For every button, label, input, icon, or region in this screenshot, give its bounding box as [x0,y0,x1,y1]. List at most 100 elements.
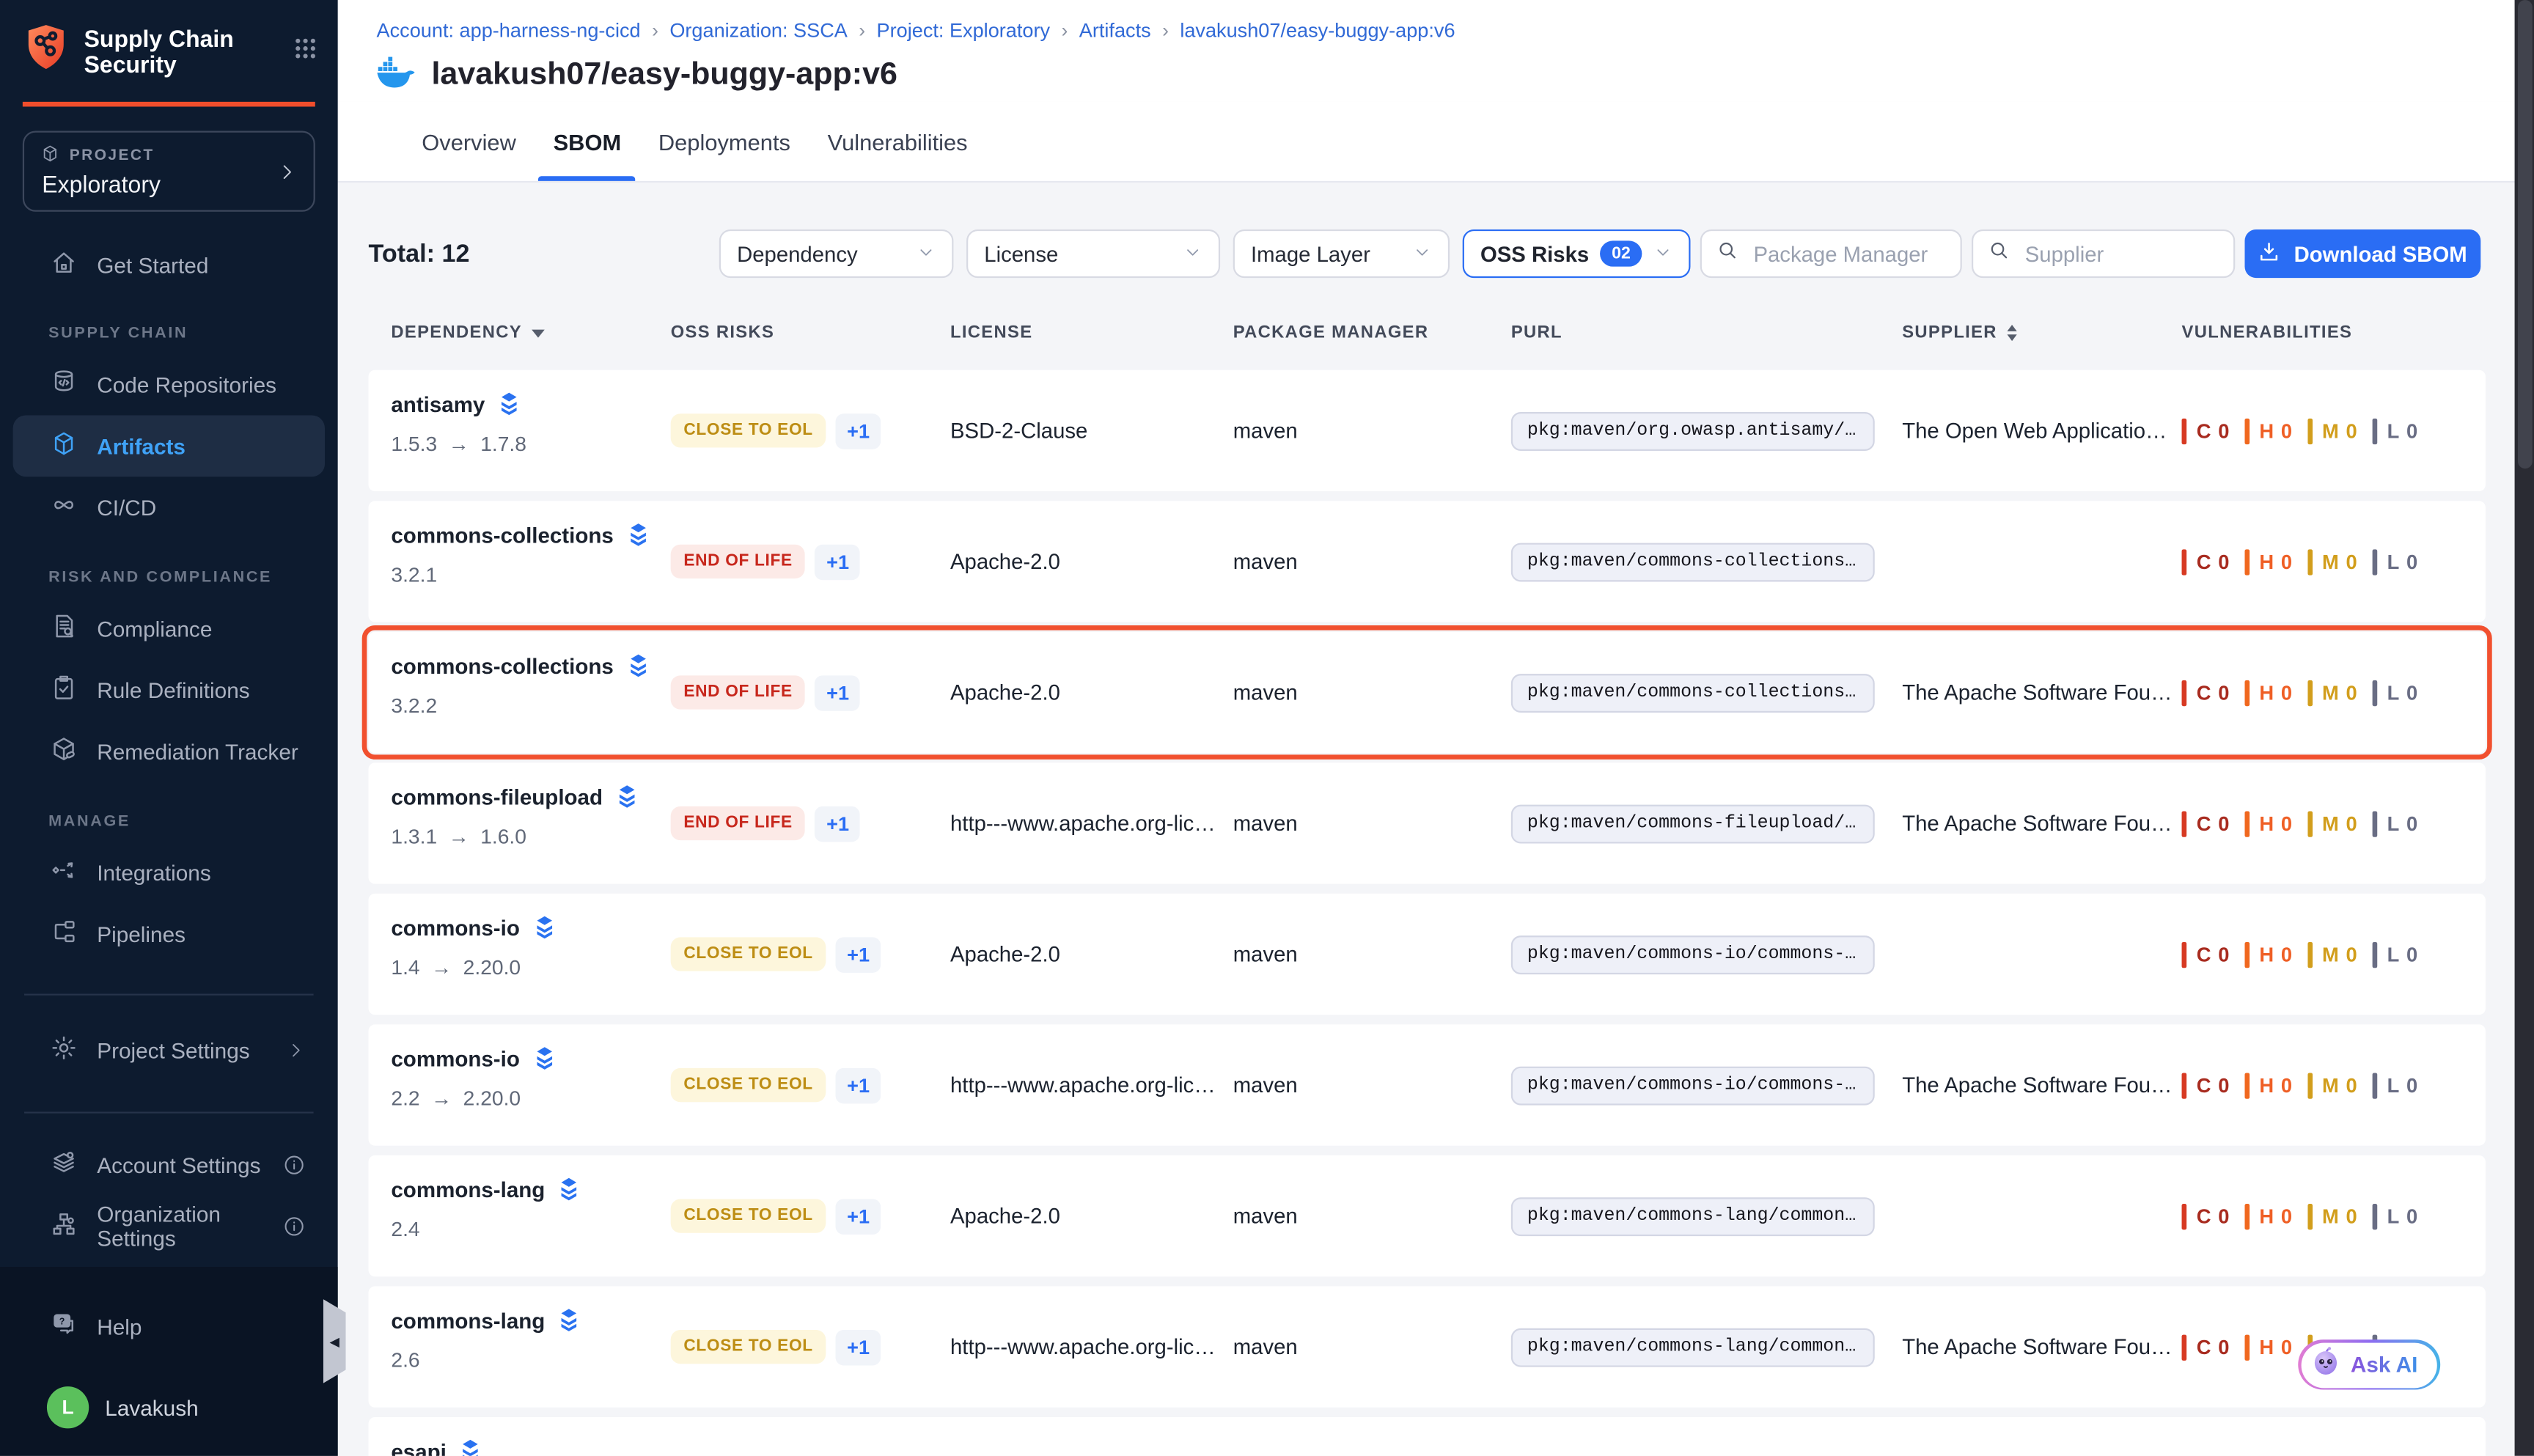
sidebar-item-remediation-tracker[interactable]: Remediation Tracker [13,724,325,779]
purl-value[interactable]: pkg:maven/commons-io/commons-io@… [1511,935,1875,974]
dependency-name: commons-fileupload [391,784,603,809]
breadcrumb-artifact-name[interactable]: lavakush07/easy-buggy-app:v6 [1180,19,1455,42]
tab-sbom[interactable]: SBOM [554,102,622,181]
package-manager-search-input[interactable] [1750,240,1946,267]
tab-overview[interactable]: Overview [422,102,516,181]
sidebar: Supply Chain Security [0,0,338,1456]
vulnerability-counts: C0 H0 M0 L0 [2182,1024,2419,1145]
table-row[interactable]: commons-lang 2.4 CLOSE TO EOL +1 Apache-… [369,1155,2486,1276]
oss-risk-extra-badge[interactable]: +1 [836,1329,881,1364]
column-header-vulnerabilities: VULNERABILITIES [2182,323,2353,342]
license-value: Apache-2.0 [950,1155,1060,1276]
table-row-highlighted[interactable]: commons-collections 3.2.2 END OF LIFE +1… [369,632,2486,753]
tab-deployments[interactable]: Deployments [658,102,790,181]
oss-risk-extra-badge[interactable]: +1 [815,806,861,841]
oss-risk-badge: CLOSE TO EOL [671,1068,826,1102]
oss-risk-extra-badge[interactable]: +1 [836,413,881,448]
download-sbom-button[interactable]: Download SBOM [2244,229,2480,278]
supplier-value: The Open Web Application … [1902,1417,2173,1456]
package-manager-value: maven [1233,1155,1298,1276]
dependency-version: 2.4 [391,1217,582,1241]
purl-value[interactable]: pkg:maven/commons-fileupload/com… [1511,804,1875,843]
download-icon [2258,240,2281,267]
brand-accent-line [23,102,315,107]
image-layer-filter-dropdown[interactable]: Image Layer [1233,229,1450,278]
purl-value[interactable]: pkg:maven/commons-lang/commons-l… [1511,1196,1875,1235]
info-icon[interactable] [283,1154,306,1177]
purl-value[interactable]: pkg:maven/org.owasp.antisamy/ant… [1511,411,1875,450]
dependency-version: 3.2.2 [391,694,650,718]
oss-risk-extra-badge[interactable]: +1 [836,1198,881,1233]
package-manager-value: maven [1233,1286,1298,1407]
scrollbar-thumb[interactable] [2517,0,2532,468]
sidebar-item-help[interactable]: ? Help [13,1299,325,1354]
user-menu[interactable]: L Lavakush [13,1380,325,1435]
breadcrumb-account[interactable]: Account: app-harness-ng-cicd [377,19,641,42]
supplier-search[interactable] [1972,229,2235,278]
sidebar-footer: ? Help L Lavakush [0,1267,338,1456]
chevron-down-icon [1653,242,1672,266]
table-row[interactable]: commons-io 1.4→2.20.0 CLOSE TO EOL +1 Ap… [369,894,2486,1015]
sidebar-item-integrations[interactable]: Integrations [13,845,325,900]
purl-value[interactable]: pkg:maven/commons-io/commons-io@… [1511,1066,1875,1105]
package-manager-search[interactable] [1700,229,1962,278]
sidebar-item-cicd[interactable]: CI/CD [13,480,325,535]
sidebar-item-compliance[interactable]: Compliance [13,601,325,656]
column-header-supplier[interactable]: SUPPLIER [1902,323,2016,342]
section-label-risk-and-compliance: RISK AND COMPLIANCE [0,565,338,588]
oss-risk-extra-badge[interactable]: +1 [836,936,881,971]
purl-value[interactable]: pkg:maven/commons-lang/commons-l… [1511,1328,1875,1367]
purl-value[interactable]: pkg:maven/commons-collections/co… [1511,673,1875,712]
vulnerability-counts: C0 H0 M0 L0 [2182,501,2419,622]
supplier-value: The Open Web Application … [1902,370,2173,491]
table-row[interactable]: commons-fileupload 1.3.1→1.6.0 END OF LI… [369,762,2486,883]
supplier-value: The Apache Software Foun… [1902,1024,2173,1145]
dependency-name: commons-lang [391,1177,545,1202]
layers-icon [614,784,639,809]
code-repository-icon [50,369,77,401]
info-icon[interactable] [283,1215,306,1238]
sidebar-item-code-repositories[interactable]: Code Repositories [13,357,325,412]
sidebar-item-artifacts[interactable]: Artifacts [13,415,325,477]
organization-icon [50,1210,77,1243]
purl-value[interactable]: pkg:maven/commons-collections/co… [1511,542,1875,581]
sidebar-item-account-settings[interactable]: Account Settings [13,1138,325,1193]
module-grid-icon[interactable] [293,35,318,69]
supplier-value: The Apache Software Foun… [1902,1286,2173,1407]
oss-risk-badge: END OF LIFE [671,806,806,840]
table-row[interactable]: commons-io 2.2→2.20.0 CLOSE TO EOL +1 ht… [369,1024,2486,1145]
column-header-dependency[interactable]: DEPENDENCY [391,323,544,342]
table-row[interactable]: esapi END OF LIFE +1 BSD-Creative-Common… [369,1417,2486,1456]
oss-risk-extra-badge[interactable]: +1 [815,674,861,710]
dependency-version: 3.2.1 [391,562,650,587]
vulnerability-counts: C0 H0 M0 L0 [2182,762,2419,883]
breadcrumb-separator: › [1162,19,1169,42]
breadcrumb-artifacts[interactable]: Artifacts [1079,19,1151,42]
oss-risk-extra-badge[interactable]: +1 [836,1067,881,1103]
project-selector[interactable]: PROJECT Exploratory [23,131,315,212]
ask-ai-button[interactable]: Ask AI [2298,1339,2439,1389]
sidebar-item-get-started[interactable]: Get Started [13,238,325,293]
license-filter-dropdown[interactable]: License [966,229,1220,278]
sidebar-item-organization-settings[interactable]: Organization Settings [13,1199,325,1254]
table-row[interactable]: antisamy 1.5.3→1.7.8 CLOSE TO EOL +1 BSD… [369,370,2486,491]
breadcrumb-project[interactable]: Project: Exploratory [877,19,1051,42]
tab-vulnerabilities[interactable]: Vulnerabilities [828,102,968,181]
dependency-filter-dropdown[interactable]: Dependency [719,229,954,278]
oss-risk-extra-badge[interactable]: +1 [815,544,861,579]
search-icon [1988,238,2010,269]
page-scrollbar[interactable] [2515,0,2534,1456]
sidebar-item-rule-definitions[interactable]: Rule Definitions [13,663,325,718]
oss-risks-filter-dropdown[interactable]: OSS Risks 02 [1463,229,1691,278]
sidebar-item-project-settings[interactable]: Project Settings [13,1023,325,1078]
supplier-search-input[interactable] [2021,240,2219,267]
breadcrumb-separator: › [1062,19,1068,42]
table-row[interactable]: commons-lang 2.6 CLOSE TO EOL +1 http---… [369,1286,2486,1407]
breadcrumb-organization[interactable]: Organization: SSCA [669,19,848,42]
gear-icon [50,1034,77,1067]
table-row[interactable]: commons-collections 3.2.1 END OF LIFE +1… [369,501,2486,622]
sidebar-collapse-handle[interactable]: ◀ [323,1299,346,1383]
sidebar-divider [24,994,314,996]
sidebar-item-pipelines[interactable]: Pipelines [13,907,325,962]
dependency-name: commons-lang [391,1308,545,1332]
